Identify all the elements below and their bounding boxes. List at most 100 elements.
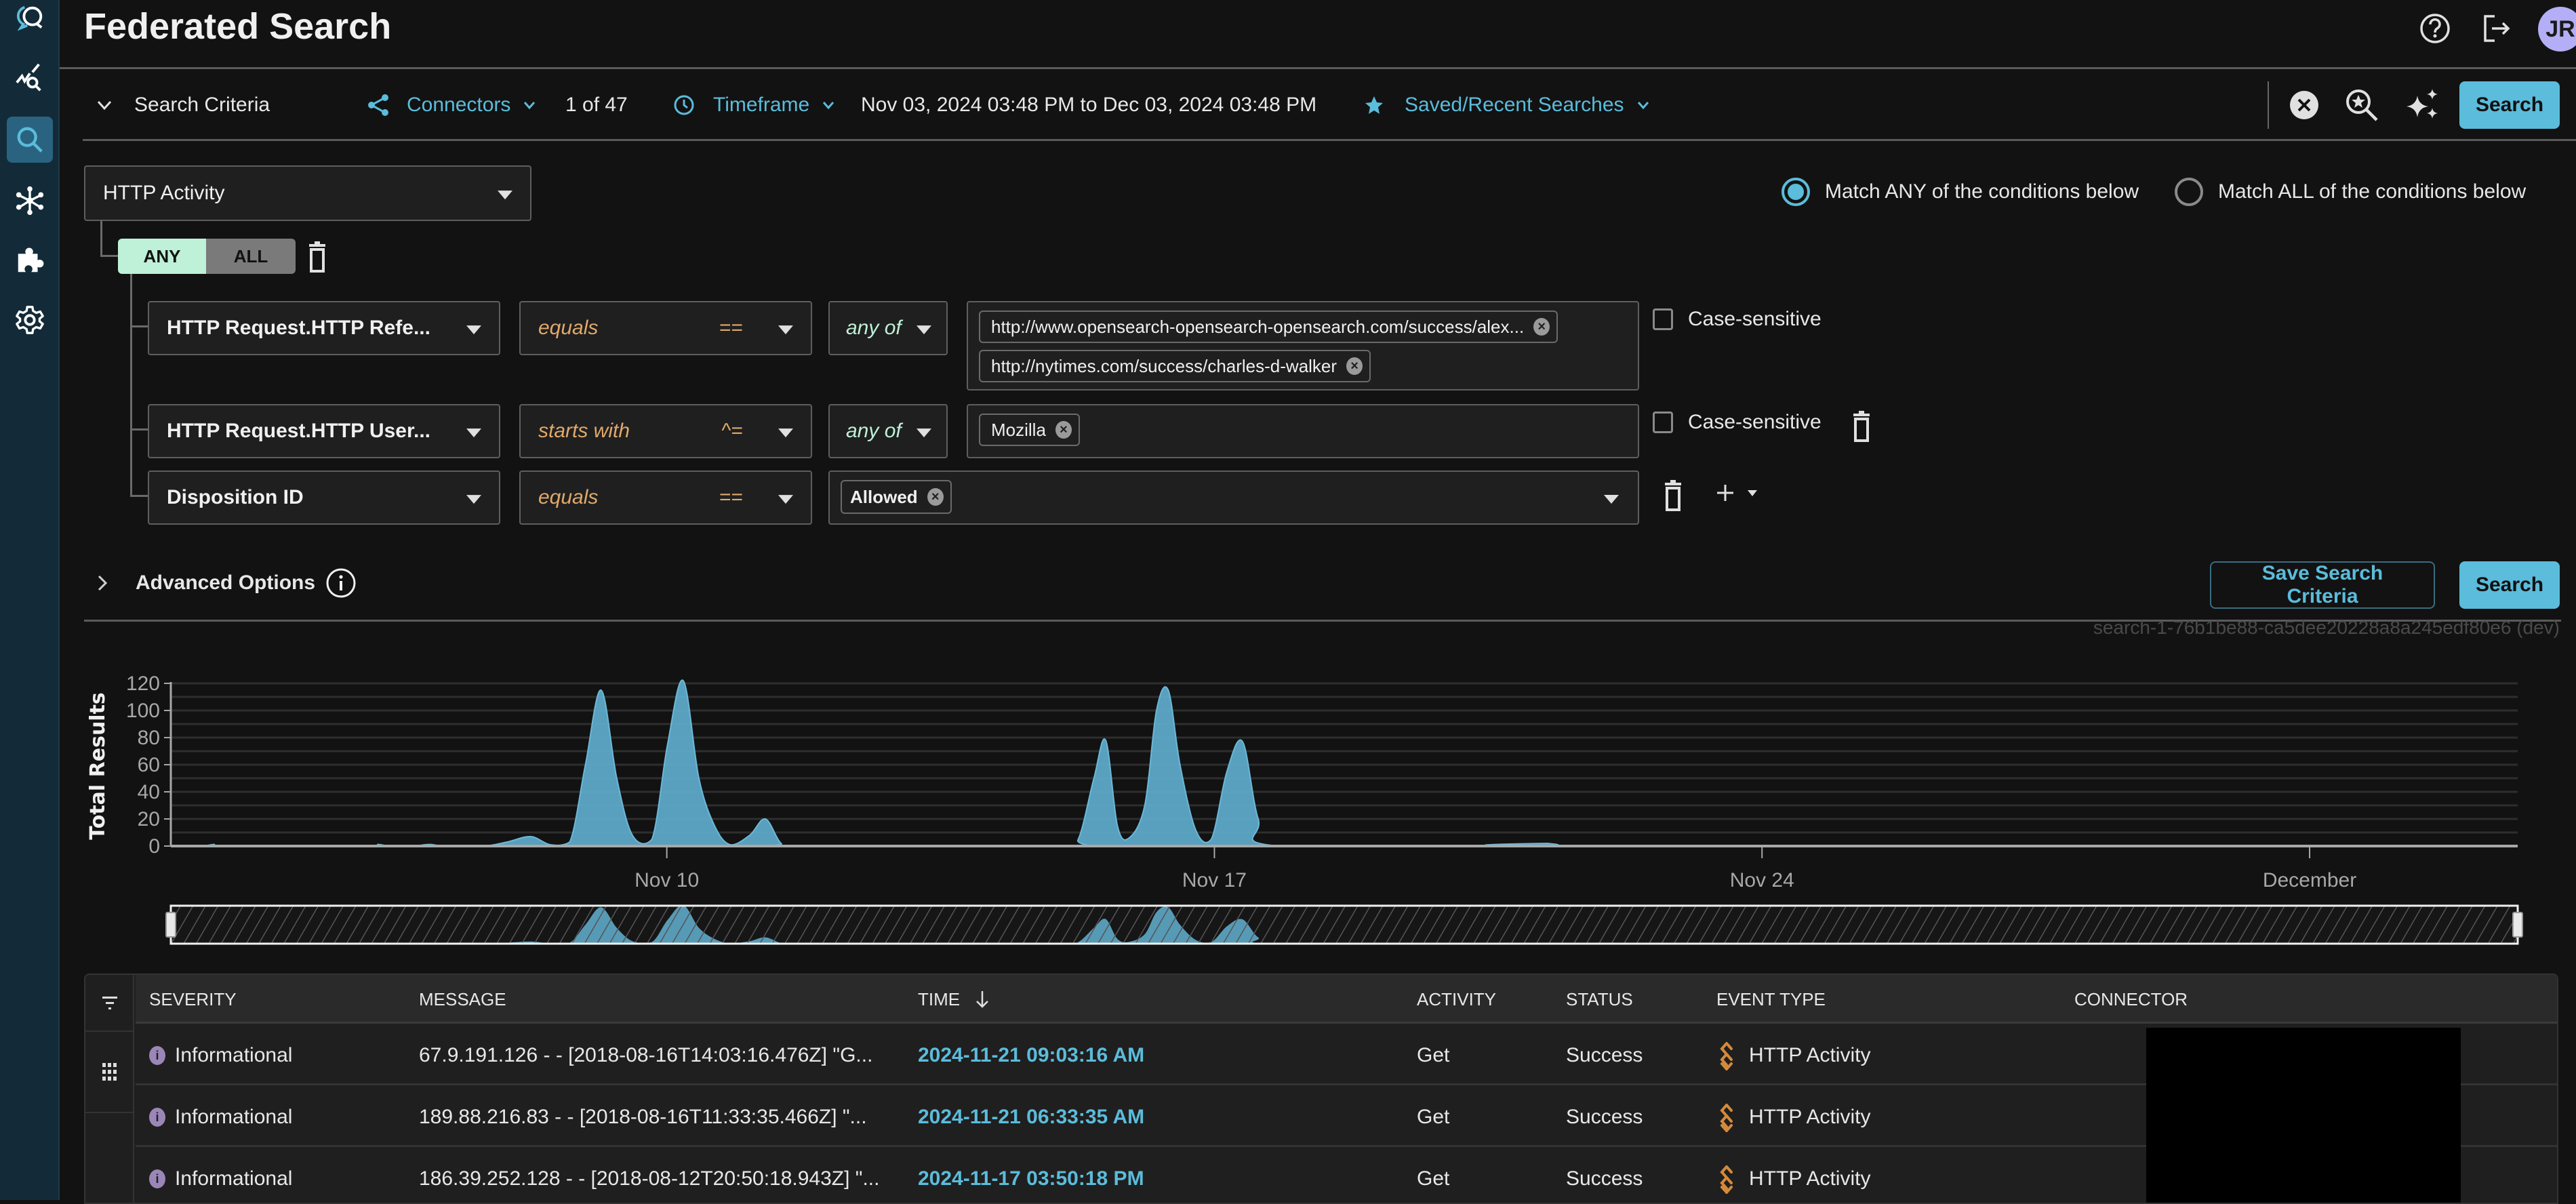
condition-1-operator-select[interactable]: equals == bbox=[519, 301, 812, 355]
navigator-left-handle[interactable] bbox=[165, 912, 176, 938]
filter-button[interactable] bbox=[85, 975, 134, 1032]
clear-search-button[interactable] bbox=[2289, 71, 2320, 139]
severity-label: Informational bbox=[175, 1044, 293, 1066]
tree-connector bbox=[100, 221, 102, 256]
status-cell: Success bbox=[1566, 1167, 1643, 1190]
status-cell: Success bbox=[1566, 1106, 1643, 1128]
caret-down-icon bbox=[466, 325, 481, 335]
quantifier-label: any of bbox=[846, 317, 902, 339]
caret-down-icon bbox=[466, 495, 481, 504]
timeframe-dropdown[interactable]: Timeframe bbox=[672, 71, 837, 139]
add-condition-button[interactable] bbox=[1715, 483, 1760, 503]
x-tick-label: Nov 24 bbox=[1730, 869, 1794, 891]
condition-field: HTTP Request.HTTP Refe... bbox=[167, 317, 430, 339]
condition-3-operator-select[interactable]: equals == bbox=[519, 470, 812, 525]
time-link[interactable]: 2024-11-21 09:03:16 AM bbox=[918, 1026, 1144, 1085]
y-tick-label: 100 bbox=[126, 700, 160, 722]
column-header-severity[interactable]: SEVERITY bbox=[149, 975, 237, 1024]
condition-1-quantifier-select[interactable]: any of bbox=[828, 301, 948, 355]
advanced-options-toggle[interactable]: Advanced Options bbox=[95, 567, 357, 599]
event-class-select[interactable]: HTTP Activity bbox=[84, 165, 531, 221]
sidebar-item-analytics[interactable] bbox=[7, 56, 53, 102]
user-avatar[interactable]: JR bbox=[2538, 7, 2576, 52]
column-header-activity[interactable]: ACTIVITY bbox=[1417, 975, 1496, 1024]
condition-3-field-select[interactable]: Disposition ID bbox=[148, 470, 500, 525]
delete-condition-2-button[interactable] bbox=[1851, 411, 1872, 445]
tree-connector bbox=[130, 495, 148, 497]
condition-1-field-select[interactable]: HTTP Request.HTTP Refe... bbox=[148, 301, 500, 355]
column-header-connector[interactable]: CONNECTOR bbox=[2074, 975, 2188, 1024]
info-circle-icon[interactable] bbox=[325, 567, 357, 599]
time-link[interactable]: 2024-11-21 06:33:35 AM bbox=[918, 1087, 1144, 1147]
condition-1-values-input[interactable]: http://www.opensearch-opensearch-opensea… bbox=[967, 301, 1639, 390]
puzzle-piece-icon bbox=[18, 247, 44, 273]
caret-down-icon bbox=[917, 325, 931, 335]
results-histogram-chart[interactable]: Total Results 020406080100120 Nov 10 Nov … bbox=[81, 664, 2576, 963]
condition-2-field-select[interactable]: HTTP Request.HTTP User... bbox=[148, 404, 500, 458]
operator-symbol: == bbox=[719, 317, 743, 339]
sort-descending-icon bbox=[976, 991, 988, 1008]
sidebar-item-connectors[interactable] bbox=[7, 178, 53, 224]
column-header-status[interactable]: STATUS bbox=[1566, 975, 1633, 1024]
filter-icon bbox=[102, 997, 117, 1009]
column-header-time[interactable]: TIME bbox=[918, 975, 990, 1024]
saved-searches-label: Saved/Recent Searches bbox=[1405, 93, 1624, 116]
column-header-event-type[interactable]: EVENT TYPE bbox=[1716, 975, 1826, 1024]
condition-2-values-input[interactable]: Mozilla × bbox=[967, 404, 1639, 458]
help-button[interactable] bbox=[2416, 9, 2454, 47]
condition-1-case-sensitive[interactable]: Case-sensitive bbox=[1653, 308, 1822, 331]
column-header-message[interactable]: MESSAGE bbox=[419, 975, 506, 1024]
condition-2-quantifier-select[interactable]: any of bbox=[828, 404, 948, 458]
checkbox-icon[interactable] bbox=[1653, 412, 1673, 433]
delete-group-button[interactable] bbox=[306, 241, 328, 276]
remove-chip-icon[interactable]: × bbox=[1533, 318, 1550, 336]
y-tick-label: 80 bbox=[138, 727, 160, 749]
toggle-any[interactable]: ANY bbox=[118, 239, 206, 274]
remove-chip-icon[interactable]: × bbox=[1055, 421, 1072, 439]
y-tick-label: 60 bbox=[138, 754, 160, 776]
sidebar-item-settings[interactable] bbox=[7, 297, 53, 343]
timeframe-label: Timeframe bbox=[713, 93, 810, 116]
match-all-radio[interactable]: Match ALL of the conditions below bbox=[2175, 178, 2526, 206]
remove-chip-icon[interactable]: × bbox=[1346, 357, 1363, 375]
connector-redacted-block bbox=[2146, 1028, 2461, 1203]
event-type-cell: HTTP Activity bbox=[1716, 1087, 1870, 1147]
search-button[interactable]: Search bbox=[2459, 561, 2560, 609]
ai-assist-button[interactable] bbox=[2404, 71, 2442, 139]
group-any-all-toggle[interactable]: ANY ALL bbox=[118, 239, 296, 274]
save-search-criteria-button[interactable]: Save Search Criteria bbox=[2210, 561, 2435, 609]
logout-button[interactable] bbox=[2477, 9, 2515, 47]
table-header: SEVERITY MESSAGE TIME ACTIVITY STATUS EV… bbox=[136, 975, 2557, 1024]
event-type-label: HTTP Activity bbox=[1749, 1167, 1871, 1190]
y-tick-label: 120 bbox=[126, 673, 160, 695]
condition-3-values-select[interactable]: Allowed × bbox=[828, 470, 1639, 525]
saved-query-search-button[interactable] bbox=[2344, 71, 2379, 139]
search-criteria-toggle[interactable]: Search Criteria bbox=[95, 71, 270, 139]
caret-down-icon bbox=[1748, 490, 1757, 496]
match-any-radio[interactable]: Match ANY of the conditions below bbox=[1782, 178, 2139, 206]
severity-cell: i Informational bbox=[149, 1026, 292, 1085]
search-button-top[interactable]: Search bbox=[2459, 81, 2560, 129]
time-link[interactable]: 2024-11-17 03:50:18 PM bbox=[918, 1149, 1144, 1203]
remove-chip-icon[interactable]: × bbox=[927, 488, 944, 506]
page-header: Federated Search JR bbox=[60, 0, 2576, 69]
time-range-navigator[interactable] bbox=[165, 904, 2523, 945]
connectors-dropdown[interactable]: Connectors bbox=[366, 71, 538, 139]
condition-2-operator-select[interactable]: starts with ^= bbox=[519, 404, 812, 458]
sidebar-item-logo[interactable] bbox=[7, 0, 53, 42]
columns-button[interactable] bbox=[85, 1032, 134, 1113]
caret-down-icon bbox=[1604, 495, 1619, 504]
results-area-series[interactable] bbox=[171, 679, 2518, 847]
trash-icon bbox=[309, 241, 325, 273]
toggle-all[interactable]: ALL bbox=[206, 239, 296, 274]
sidebar-item-integrations[interactable] bbox=[7, 237, 53, 283]
checkbox-icon[interactable] bbox=[1653, 308, 1673, 330]
value-chip: Mozilla × bbox=[979, 414, 1080, 446]
navigator-right-handle[interactable] bbox=[2512, 912, 2523, 938]
sidebar bbox=[0, 0, 60, 1200]
connectors-label: Connectors bbox=[407, 93, 511, 116]
sidebar-item-search[interactable] bbox=[7, 117, 53, 163]
delete-condition-3-button[interactable] bbox=[1662, 480, 1684, 515]
condition-2-case-sensitive[interactable]: Case-sensitive bbox=[1653, 411, 1822, 434]
saved-searches-dropdown[interactable]: Saved/Recent Searches bbox=[1364, 71, 1651, 139]
